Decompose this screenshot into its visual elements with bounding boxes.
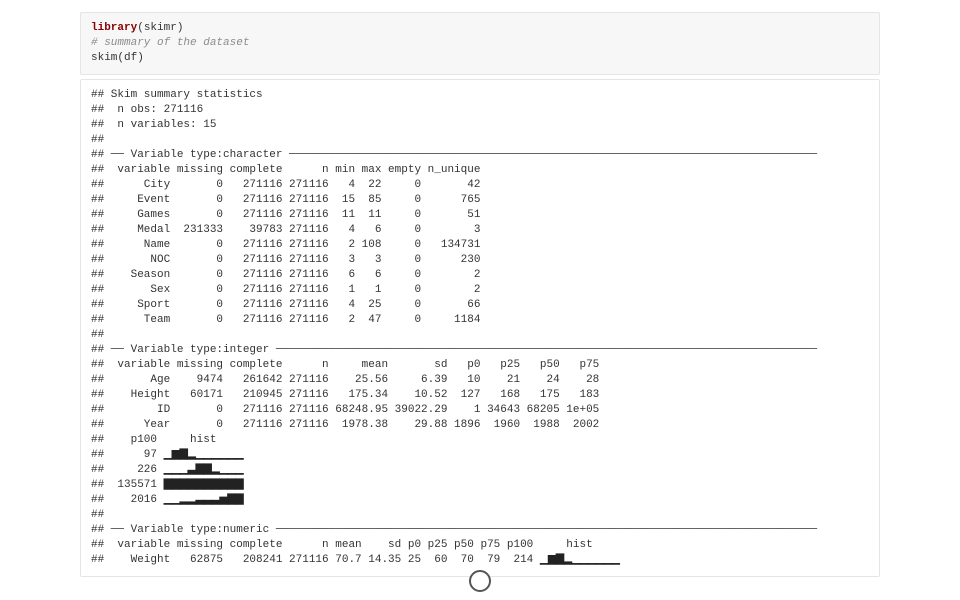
out-num-header: ## ── Variable type:numeric ────────────… <box>91 523 869 538</box>
out-int-row: ## Year 0 271116 271116 1978.38 29.88 18… <box>91 418 869 433</box>
out-blank: ## <box>91 133 869 148</box>
out-int-row: ## Height 60171 210945 271116 175.34 10.… <box>91 388 869 403</box>
hist-spark: ▁▁▂▂▃▃▃▅▇▇ <box>164 494 250 506</box>
out-char-row: ## Medal 231333 39783 271116 4 6 0 3 <box>91 223 869 238</box>
hist-spark: ▁▆▇▂▁▁▁▁▁▁ <box>164 449 250 461</box>
num-row-vals: ## Weight 62875 208241 271116 70.7 14.35… <box>91 554 540 566</box>
out-hist-cols: ## p100 hist <box>91 433 869 448</box>
keyword-library: library <box>91 22 137 34</box>
out-title: ## Skim summary statistics <box>91 88 869 103</box>
out-char-cols: ## variable missing complete n min max e… <box>91 163 869 178</box>
hist-p100: ## 97 <box>91 449 164 461</box>
hist-p100: ## 2016 <box>91 494 164 506</box>
code-input-block: library(skimr) # summary of the dataset … <box>80 12 880 75</box>
out-int-row: ## ID 0 271116 271116 68248.95 39022.29 … <box>91 403 869 418</box>
out-int-cols: ## variable missing complete n mean sd p… <box>91 358 869 373</box>
out-char-row: ## Games 0 271116 271116 11 11 0 51 <box>91 208 869 223</box>
out-char-header: ## ── Variable type:character ──────────… <box>91 148 869 163</box>
out-char-row: ## Season 0 271116 271116 6 6 0 2 <box>91 268 869 283</box>
out-char-row: ## Name 0 271116 271116 2 108 0 134731 <box>91 238 869 253</box>
out-int-row: ## Age 9474 261642 271116 25.56 6.39 10 … <box>91 373 869 388</box>
out-char-row: ## City 0 271116 271116 4 22 0 42 <box>91 178 869 193</box>
hist-spark: ▁▆▇▂▁▁▁▁▁▁ <box>540 554 626 566</box>
out-num-cols: ## variable missing complete n mean sd p… <box>91 538 869 553</box>
out-blank: ## <box>91 328 869 343</box>
out-num-row: ## Weight 62875 208241 271116 70.7 14.35… <box>91 553 869 568</box>
hist-spark: ▇▇▇▇▇▇▇▇▇▇ <box>164 479 250 491</box>
hist-spark: ▁▁▁▃▇▇▂▁▁▁ <box>164 464 250 476</box>
out-nvars: ## n variables: 15 <box>91 118 869 133</box>
code-line-1: library(skimr) <box>91 21 869 36</box>
out-hist-row: ## 97 ▁▆▇▂▁▁▁▁▁▁ <box>91 448 869 463</box>
out-char-row: ## Event 0 271116 271116 15 85 0 765 <box>91 193 869 208</box>
out-char-row: ## NOC 0 271116 271116 3 3 0 230 <box>91 253 869 268</box>
out-char-row: ## Team 0 271116 271116 2 47 0 1184 <box>91 313 869 328</box>
out-char-row: ## Sex 0 271116 271116 1 1 0 2 <box>91 283 869 298</box>
hist-p100: ## 135571 <box>91 479 164 491</box>
slide-handle-icon[interactable] <box>469 570 491 592</box>
out-hist-row: ## 2016 ▁▁▂▂▃▃▃▅▇▇ <box>91 493 869 508</box>
out-int-header: ## ── Variable type:integer ────────────… <box>91 343 869 358</box>
out-hist-row: ## 226 ▁▁▁▃▇▇▂▁▁▁ <box>91 463 869 478</box>
page: library(skimr) # summary of the dataset … <box>0 12 960 600</box>
out-char-row: ## Sport 0 271116 271116 4 25 0 66 <box>91 298 869 313</box>
hist-p100: ## 226 <box>91 464 164 476</box>
code-output-block: ## Skim summary statistics ## n obs: 271… <box>80 79 880 577</box>
code-comment: # summary of the dataset <box>91 36 869 51</box>
out-blank: ## <box>91 508 869 523</box>
code-call: skim(df) <box>91 51 869 66</box>
out-hist-row: ## 135571 ▇▇▇▇▇▇▇▇▇▇ <box>91 478 869 493</box>
pkg-call: (skimr) <box>137 22 183 34</box>
out-nobs: ## n obs: 271116 <box>91 103 869 118</box>
